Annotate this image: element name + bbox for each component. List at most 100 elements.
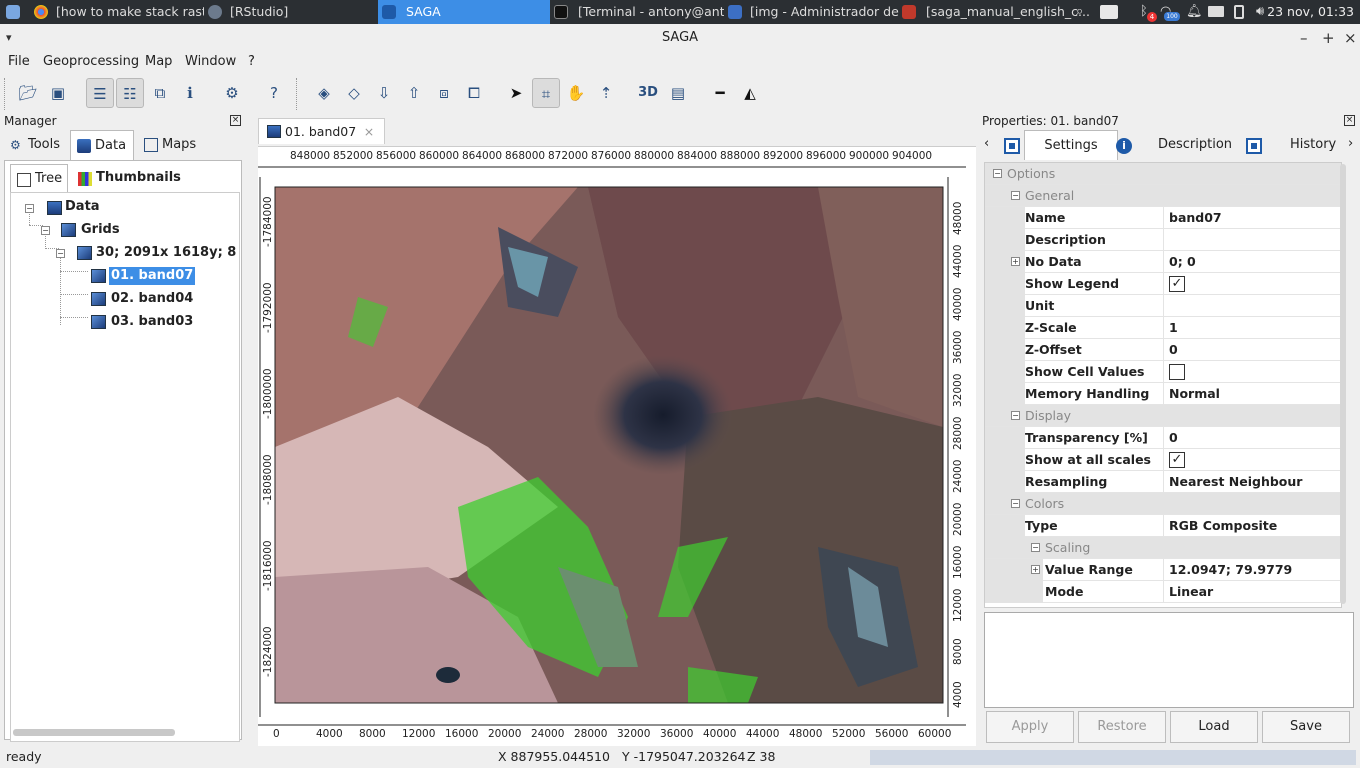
properties-toggle-icon[interactable]: ☷ (116, 78, 144, 108)
restore-button[interactable]: Restore (1078, 711, 1166, 743)
task-terminal[interactable]: [Terminal - antony@ant... (554, 0, 724, 24)
tab-tools[interactable]: ⚙ Tools (4, 130, 66, 160)
property-checkbox[interactable]: ✓ (1169, 452, 1185, 468)
menu-help[interactable]: ? (248, 52, 255, 72)
menu-window[interactable]: Window (185, 52, 236, 72)
property-grid-scrollbar[interactable] (1340, 164, 1346, 604)
property-category[interactable]: − Colors (985, 493, 1341, 515)
menu-map[interactable]: Map (145, 52, 172, 72)
folder-tray-icon[interactable] (1100, 5, 1118, 19)
property-row[interactable]: Memory Handling Normal (985, 383, 1341, 405)
layers-icon[interactable]: ⧠ (460, 78, 488, 108)
properties-close-icon[interactable]: × (1344, 115, 1355, 126)
tab-history[interactable]: History (1290, 130, 1336, 160)
subtab-thumbnails[interactable]: Thumbnails (72, 164, 181, 192)
bell-icon[interactable]: 🔔︎ (1186, 4, 1203, 20)
property-checkbox[interactable] (1169, 364, 1185, 380)
close-window-icon[interactable]: × (1344, 24, 1357, 52)
property-row[interactable]: Type RGB Composite (985, 515, 1341, 537)
expand-icon[interactable]: + (1011, 257, 1020, 266)
property-row[interactable]: Transparency [%] 0 (985, 427, 1341, 449)
collapse-icon[interactable]: − (993, 169, 1002, 178)
tree-node-data[interactable]: Data (65, 198, 100, 216)
task-file-manager[interactable]: [img - Administrador de ... (728, 0, 900, 24)
property-value[interactable]: 0; 0 (1169, 251, 1196, 273)
select-arrow-icon[interactable]: ➤ (502, 78, 530, 108)
property-row[interactable]: Show at all scales ✓ (985, 449, 1341, 471)
window-menu-icon[interactable]: ▾ (6, 24, 12, 52)
property-value[interactable]: band07 (1169, 207, 1222, 229)
menu-geoprocessing[interactable]: Geoprocessing (43, 52, 139, 72)
property-value[interactable]: 0 (1169, 427, 1178, 449)
property-value[interactable]: Nearest Neighbour (1169, 471, 1302, 493)
info-icon[interactable]: ℹ (176, 78, 204, 108)
property-value[interactable]: RGB Composite (1169, 515, 1277, 537)
menu-file[interactable]: File (8, 52, 30, 72)
3d-view-icon[interactable]: 3D (634, 78, 662, 108)
load-button[interactable]: Load (1170, 711, 1258, 743)
map-canvas[interactable]: 848000 852000 856000 860000 864000 868000 8720… (258, 146, 976, 746)
minimize-icon[interactable]: – (1300, 24, 1308, 52)
tab-maps[interactable]: Maps (138, 130, 204, 160)
clock[interactable]: 23 nov, 01:33 (1267, 0, 1354, 24)
search-icon[interactable]: ⌕ (1076, 4, 1092, 20)
property-row[interactable]: Unit (985, 295, 1341, 317)
collapse-icon[interactable]: − (1011, 191, 1020, 200)
tree-node-grids[interactable]: Grids (81, 221, 120, 239)
collapse-icon[interactable]: − (25, 204, 34, 213)
task-saga[interactable]: SAGA (378, 0, 550, 24)
property-value[interactable]: Normal (1169, 383, 1220, 405)
zoom-box-icon[interactable]: ⌗ (532, 78, 560, 108)
tree-horizontal-scrollbar[interactable] (13, 729, 175, 736)
property-checkbox[interactable]: ✓ (1169, 276, 1185, 292)
help-icon[interactable]: ? (260, 78, 288, 108)
battery-icon[interactable] (1234, 5, 1244, 19)
tree-node-layer-band04[interactable]: 02. band04 (111, 290, 193, 308)
pan-hand-icon[interactable]: ✋ (562, 78, 590, 108)
property-row[interactable]: Show Cell Values (985, 361, 1341, 383)
tab-scroll-left-icon[interactable]: ‹ (984, 136, 989, 151)
expand-icon[interactable]: + (1031, 565, 1040, 574)
synchronize-icon[interactable]: ⧈ (430, 78, 458, 108)
data-source-icon[interactable]: ⧉ (146, 78, 174, 108)
collapse-icon[interactable]: − (41, 226, 50, 235)
maximize-icon[interactable]: + (1322, 24, 1335, 52)
property-category[interactable]: − Scaling (985, 537, 1341, 559)
zoom-full-icon[interactable]: ◈ (310, 78, 338, 108)
save-icon[interactable]: ▣ (44, 78, 72, 108)
tab-description[interactable]: Description (1158, 130, 1232, 160)
open-icon[interactable]: 📂︎ (14, 78, 42, 108)
zoom-back-icon[interactable]: ⇩ (370, 78, 398, 108)
subtab-tree[interactable]: Tree (10, 164, 68, 192)
property-row[interactable]: Z-Offset 0 (985, 339, 1341, 361)
property-row[interactable]: + Value Range 12.0947; 79.9779 (985, 559, 1341, 581)
manager-close-icon[interactable]: × (230, 115, 241, 126)
tree-node-layer-band03[interactable]: 03. band03 (111, 313, 193, 331)
collapse-icon[interactable]: − (1031, 543, 1040, 552)
zoom-forward-icon[interactable]: ⇧ (400, 78, 428, 108)
property-value[interactable]: 1 (1169, 317, 1178, 339)
property-row[interactable]: Description (985, 229, 1341, 251)
property-category[interactable]: − Display (985, 405, 1341, 427)
save-button[interactable]: Save (1262, 711, 1350, 743)
zoom-active-icon[interactable]: ◇ (340, 78, 368, 108)
property-value[interactable]: 0 (1169, 339, 1178, 361)
tree-node-layer-band07[interactable]: 01. band07 (109, 267, 196, 285)
collapse-icon[interactable]: − (1011, 499, 1020, 508)
property-row[interactable]: + No Data 0; 0 (985, 251, 1341, 273)
app-menu-icon[interactable] (4, 0, 24, 24)
task-pdf[interactable]: [saga_manual_english_c... (902, 0, 1092, 24)
north-arrow-icon[interactable]: ◭ (736, 78, 764, 108)
measure-icon[interactable]: ━ (706, 78, 734, 108)
property-row[interactable]: Resampling Nearest Neighbour (985, 471, 1341, 493)
tree-node-grid-system[interactable]: 30; 2091x 1618y; 844785 (96, 244, 236, 262)
property-row[interactable]: Mode Linear (985, 581, 1341, 603)
property-category[interactable]: − General (985, 185, 1341, 207)
property-value[interactable]: Linear (1169, 581, 1213, 603)
tab-data[interactable]: Data (70, 130, 134, 160)
layout-icon[interactable]: ▤ (664, 78, 692, 108)
property-row[interactable]: Name band07 (985, 207, 1341, 229)
property-category[interactable]: − Options (985, 163, 1341, 185)
manager-toggle-icon[interactable]: ☰ (86, 78, 114, 108)
tools-icon[interactable]: ⚙ (218, 78, 246, 108)
